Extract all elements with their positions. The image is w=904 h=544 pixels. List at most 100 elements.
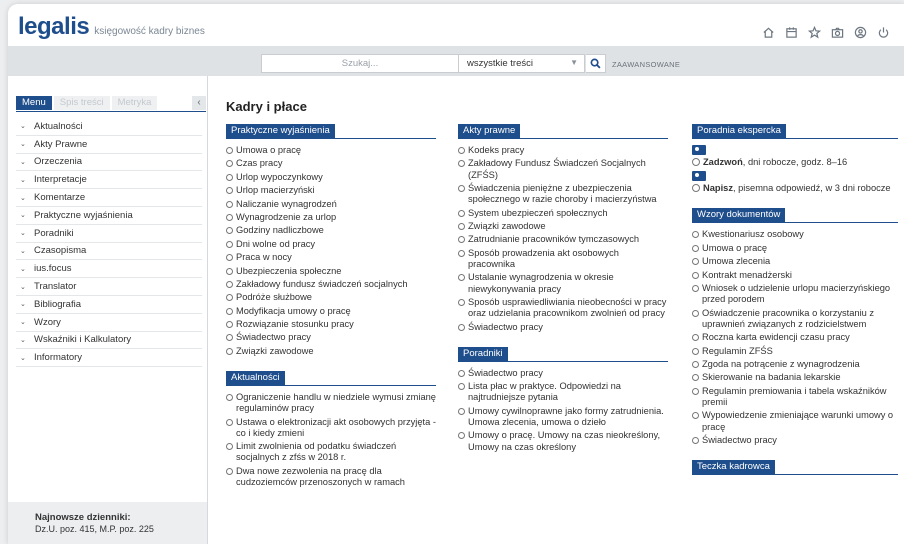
- search-icon: [590, 58, 601, 69]
- tab-menu[interactable]: Menu: [16, 96, 52, 110]
- list-item-link[interactable]: System ubezpieczeń społecznych: [458, 208, 668, 219]
- tab-metadata[interactable]: Metryka: [111, 96, 158, 110]
- list-item-link[interactable]: Umowa o pracę: [692, 243, 898, 254]
- list-item-link[interactable]: Sposób prowadzenia akt osobowych pracown…: [458, 248, 668, 270]
- list-item-link[interactable]: Świadczenia pieniężne z ubezpieczenia sp…: [458, 183, 668, 205]
- list-item-link[interactable]: Wypowiedzenie zmieniające warunki umowy …: [692, 410, 898, 432]
- advanced-search-link[interactable]: ZAAWANSOWANE: [612, 60, 680, 69]
- list-item-link[interactable]: Modyfikacja umowy o pracę: [226, 306, 436, 317]
- list-item-link[interactable]: Godziny nadliczbowe: [226, 225, 436, 236]
- section-heading[interactable]: Teczka kadrowca: [692, 460, 775, 475]
- chevron-down-icon: ⌄: [20, 301, 26, 309]
- sidebar-item[interactable]: ⌄ Praktyczne wyjaśnienia: [16, 207, 202, 225]
- list-item-link[interactable]: Ograniczenie handlu w niedziele wymusi z…: [226, 392, 436, 414]
- list-item-link[interactable]: Świadectwo pracy: [226, 332, 436, 343]
- sidebar-item[interactable]: ⌄ Bibliografia: [16, 296, 202, 314]
- sidebar-item-label: Translator: [34, 281, 77, 293]
- list-item-link[interactable]: Limit zwolnienia od podatku świadczeń so…: [226, 441, 436, 463]
- list-item-link[interactable]: Regulamin ZFŚS: [692, 346, 898, 357]
- content-section: Teczka kadrowca: [692, 460, 898, 476]
- list-item-link[interactable]: Umowy cywilnoprawne jako formy zatrudnie…: [458, 406, 668, 428]
- sidebar-item-label: ius.focus: [34, 263, 72, 275]
- logo[interactable]: legalis księgowość kadry biznes: [18, 13, 205, 41]
- list-item-link[interactable]: Lista płac w praktyce. Odpowiedzi na naj…: [458, 381, 668, 403]
- sidebar-item[interactable]: ⌄ Czasopisma: [16, 243, 202, 261]
- star-icon[interactable]: [807, 25, 822, 42]
- sidebar-item[interactable]: ⌄ Aktualności: [16, 118, 202, 136]
- list-item-link[interactable]: Wynagrodzenie za urlop: [226, 212, 436, 223]
- list-item-link[interactable]: Urlop wypoczynkowy: [226, 172, 436, 183]
- list-item-link[interactable]: Naliczanie wynagrodzeń: [226, 199, 436, 210]
- list-item-link[interactable]: Świadectwo pracy: [692, 435, 898, 446]
- list-item-link[interactable]: Dni wolne od pracy: [226, 239, 436, 250]
- power-icon[interactable]: [877, 26, 890, 42]
- list-item-link[interactable]: Urlop macierzyński: [226, 185, 436, 196]
- section-expert: Poradnia ekspercka Zadzwoń, dni robocze,…: [692, 124, 898, 194]
- chevron-down-icon: ⌄: [20, 212, 26, 220]
- list-item-link[interactable]: Zakładowy Fundusz Świadczeń Socjalnych (…: [458, 158, 668, 180]
- sidebar-item-label: Wskaźniki i Kalkulatory: [34, 334, 132, 346]
- list-item-link[interactable]: Umowy o pracę. Umowy na czas nieokreślon…: [458, 430, 668, 452]
- list-item-link[interactable]: Zakładowy fundusz świadczeń socjalnych: [226, 279, 436, 290]
- sidebar-item[interactable]: ⌄ Wzory: [16, 314, 202, 332]
- list-item-link[interactable]: Wniosek o udzielenie urlopu macierzyński…: [692, 283, 898, 305]
- list-item-link[interactable]: Rozwiązanie stosunku pracy: [226, 319, 436, 330]
- sidebar-item[interactable]: ⌄ Orzeczenia: [16, 154, 202, 172]
- section-heading[interactable]: Akty prawne: [458, 124, 521, 138]
- section-heading[interactable]: Aktualności: [226, 371, 285, 386]
- list-item-link[interactable]: Roczna karta ewidencji czasu pracy: [692, 332, 898, 343]
- list-item-link[interactable]: Związki zawodowe: [458, 221, 668, 232]
- sidebar-item[interactable]: ⌄ Interpretacje: [16, 171, 202, 190]
- list-item-link[interactable]: Świadectwo pracy: [458, 368, 668, 379]
- list-item-link[interactable]: Dwa nowe zezwolenia na pracę dla cudzozi…: [226, 466, 436, 488]
- user-icon[interactable]: [854, 26, 867, 42]
- list-item-link[interactable]: Kwestionariusz osobowy: [692, 229, 898, 240]
- newest-journals[interactable]: Najnowsze dzienniki: Dz.U. poz. 415, M.P…: [8, 502, 207, 544]
- home-icon[interactable]: [762, 26, 775, 42]
- list-item-link[interactable]: Umowa zlecenia: [692, 256, 898, 267]
- sidebar-item[interactable]: ⌄ ius.focus: [16, 260, 202, 279]
- sidebar-item[interactable]: ⌄ Komentarze: [16, 189, 202, 207]
- sidebar-item-label: Orzeczenia: [34, 156, 83, 168]
- section-heading[interactable]: Poradniki: [458, 346, 508, 361]
- expert-write[interactable]: Napisz, pisemna odpowiedź, w 3 dni roboc…: [692, 171, 898, 194]
- list-item-link[interactable]: Zatrudnianie pracowników tymczasowych: [458, 234, 668, 245]
- section-heading[interactable]: Wzory dokumentów: [692, 208, 786, 223]
- search-input[interactable]: [261, 54, 459, 73]
- list-item-link[interactable]: Kontrakt menadżerski: [692, 270, 898, 281]
- chevron-down-icon: ⌄: [20, 247, 26, 255]
- list-item-link[interactable]: Świadectwo pracy: [458, 322, 668, 333]
- search-scope-select[interactable]: wszystkie treści ▼: [459, 54, 585, 73]
- list-item-link[interactable]: Kodeks pracy: [458, 145, 668, 156]
- list-item-link[interactable]: Umowa o pracę: [226, 145, 436, 156]
- expert-write-detail: , pisemna odpowiedź, w 3 dni robocze: [732, 183, 891, 194]
- list-item-link[interactable]: Praca w nocy: [226, 252, 436, 263]
- search-button[interactable]: [586, 54, 606, 73]
- list-item-link[interactable]: Zgoda na potrącenie z wynagrodzenia: [692, 359, 898, 370]
- calendar-icon[interactable]: [785, 26, 798, 42]
- expert-call-detail: , dni robocze, godz. 8–16: [742, 157, 848, 167]
- sidebar-item[interactable]: ⌄ Wskaźniki i Kalkulatory: [16, 332, 202, 350]
- list-item-link[interactable]: Czas pracy: [226, 158, 436, 169]
- collapse-sidebar-button[interactable]: ‹: [192, 96, 206, 110]
- list-item-link[interactable]: Podróże służbowe: [226, 292, 436, 303]
- list-item-link[interactable]: Ustawa o elektronizacji akt osobowych pr…: [226, 417, 436, 439]
- logo-tagline: księgowość kadry biznes: [94, 26, 205, 37]
- section-rule: [226, 385, 436, 387]
- column-1: Praktyczne wyjaśnienia Umowa o pracę Czas …: [226, 124, 436, 502]
- list-item-link[interactable]: Ubezpieczenia społeczne: [226, 266, 436, 277]
- section-heading[interactable]: Praktyczne wyjaśnienia: [226, 124, 335, 138]
- tab-toc[interactable]: Spis treści: [53, 96, 110, 110]
- list-item-link[interactable]: Skierowanie na badania lekarskie: [692, 372, 898, 383]
- list-item-link[interactable]: Regulamin premiowania i tabela wskaźnikó…: [692, 386, 898, 408]
- sidebar-item[interactable]: ⌄ Poradniki: [16, 225, 202, 243]
- list-item-link[interactable]: Związki zawodowe: [226, 346, 436, 357]
- list-item-link[interactable]: Ustalanie wynagrodzenia w okresie niewyk…: [458, 272, 668, 294]
- sidebar-item[interactable]: ⌄ Informatory: [16, 349, 202, 368]
- list-item-link[interactable]: Sposób usprawiedliwiania nieobecności w …: [458, 297, 668, 319]
- expert-call[interactable]: Zadzwoń, dni robocze, godz. 8–16: [692, 145, 898, 168]
- sidebar-item[interactable]: ⌄ Akty Prawne: [16, 136, 202, 154]
- sidebar-item[interactable]: ⌄ Translator: [16, 278, 202, 296]
- list-item-link[interactable]: Oświadczenie pracownika o korzystaniu z …: [692, 308, 898, 330]
- camera-icon[interactable]: [831, 26, 844, 42]
